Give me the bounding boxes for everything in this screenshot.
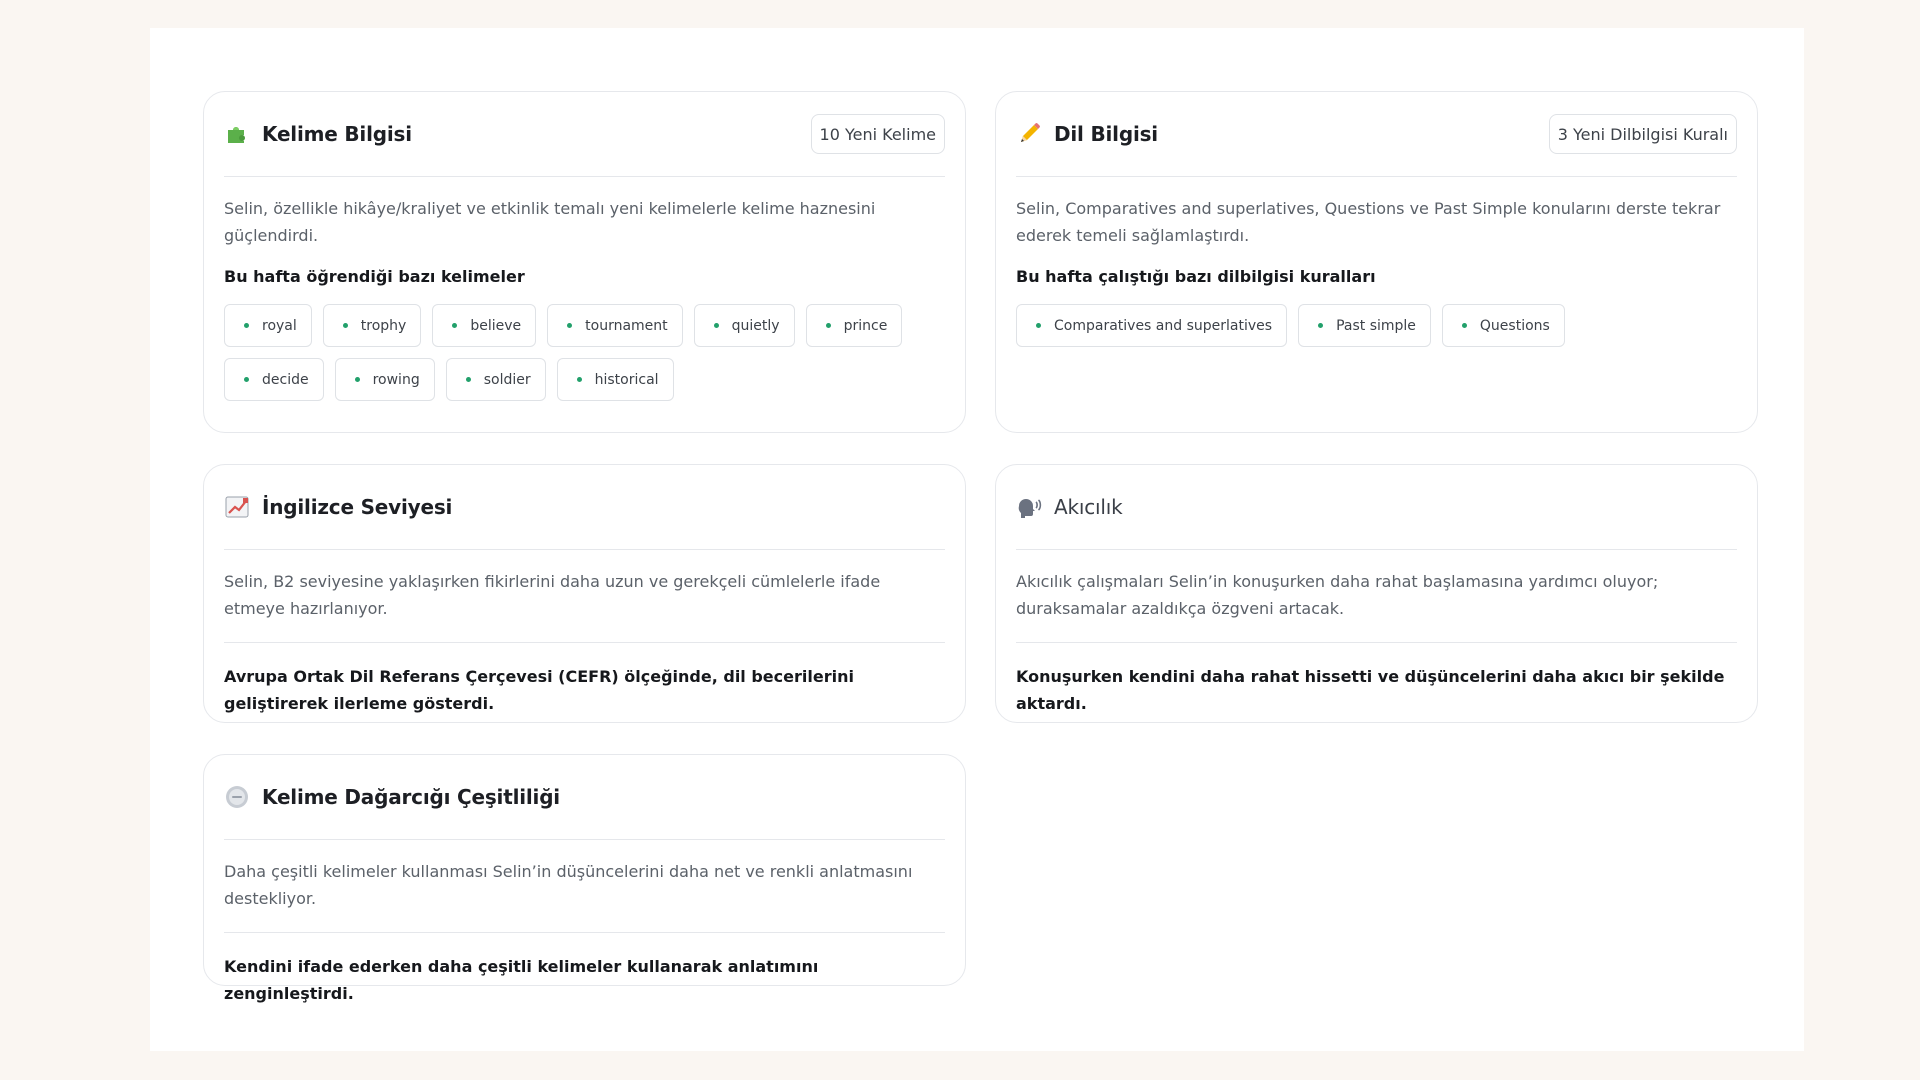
bullet-dot bbox=[825, 323, 831, 328]
vocabulary-variety-statement: Kendini ifade ederken daha çeşitli kelim… bbox=[224, 957, 819, 1003]
vocabulary-card: Kelime Bilgisi 10 Yeni Kelime Selin, öze… bbox=[203, 91, 966, 433]
vocabulary-variety-description: Daha çeşitli kelimeler kullanması Selin’… bbox=[224, 862, 913, 908]
word-chip: rowing bbox=[334, 358, 435, 401]
word-chip: believe bbox=[432, 304, 537, 347]
vocabulary-variety-title: Kelime Dağarcığı Çeşitliliği bbox=[262, 785, 560, 809]
fluency-card-header: Akıcılık bbox=[1016, 465, 1737, 550]
new-rules-badge: 3 Yeni Dilbilgisi Kuralı bbox=[1548, 114, 1737, 154]
grammar-card: Dil Bilgisi 3 Yeni Dilbilgisi Kuralı Sel… bbox=[995, 91, 1758, 433]
word-chip: trophy bbox=[322, 304, 422, 347]
fluency-statement: Konuşurken kendini daha rahat hissetti v… bbox=[1016, 667, 1725, 713]
vocabulary-subheading: Bu hafta öğrendiği bazı kelimeler bbox=[224, 267, 525, 286]
circle-badge-icon bbox=[224, 784, 250, 810]
word-chip: soldier bbox=[445, 358, 546, 401]
bullet-dot bbox=[244, 377, 249, 382]
vocabulary-variety-card: Kelime Dağarcığı Çeşitliliği Daha çeşitl… bbox=[203, 754, 966, 1003]
rule-chip: Comparatives and superlatives bbox=[1016, 304, 1288, 347]
bullet-dot bbox=[465, 377, 471, 382]
new-words-badge: 10 Yeni Kelime bbox=[810, 114, 945, 154]
english-level-title: İngilizce Seviyesi bbox=[262, 495, 453, 519]
grammar-description: Selin, Comparatives and superlatives, Qu… bbox=[1016, 199, 1721, 245]
word-chip: decide bbox=[224, 358, 324, 401]
divider bbox=[224, 932, 945, 933]
word-chip: historical bbox=[556, 358, 674, 401]
bullet-dot bbox=[713, 323, 719, 328]
speaking-head-icon bbox=[1016, 494, 1042, 520]
vocabulary-card-header: Kelime Bilgisi 10 Yeni Kelime bbox=[224, 92, 945, 177]
grammar-card-header: Dil Bilgisi 3 Yeni Dilbilgisi Kuralı bbox=[1016, 92, 1737, 177]
english-level-card: İngilizce Seviyesi Selin, B2 seviyesine … bbox=[203, 464, 966, 723]
chart-increasing-icon bbox=[224, 494, 250, 520]
pencil-icon bbox=[1016, 121, 1042, 147]
word-chip: prince bbox=[805, 304, 903, 347]
bullet-dot bbox=[354, 377, 360, 382]
report-sheet: Kelime Bilgisi 10 Yeni Kelime Selin, öze… bbox=[150, 28, 1804, 1051]
bullet-dot bbox=[1036, 323, 1041, 328]
vocabulary-variety-card-header: Kelime Dağarcığı Çeşitliliği bbox=[224, 755, 945, 840]
bullet-dot bbox=[1461, 323, 1467, 328]
word-chip-list: royal trophy believe tournament quietly … bbox=[224, 304, 945, 401]
divider bbox=[1016, 642, 1737, 643]
rule-chip: Past simple bbox=[1298, 304, 1431, 347]
grammar-title: Dil Bilgisi bbox=[1054, 122, 1158, 146]
fluency-description: Akıcılık çalışmaları Selin’in konuşurken… bbox=[1016, 572, 1659, 618]
grammar-subheading: Bu hafta çalıştığı bazı dilbilgisi kural… bbox=[1016, 267, 1376, 286]
fluency-title: Akıcılık bbox=[1054, 495, 1123, 519]
rule-chip-list: Comparatives and superlatives Past simpl… bbox=[1016, 304, 1737, 347]
bullet-dot bbox=[342, 323, 348, 328]
bullet-dot bbox=[567, 323, 573, 328]
vocabulary-description: Selin, özellikle hikâye/kraliyet ve etki… bbox=[224, 199, 876, 245]
word-chip: tournament bbox=[547, 304, 683, 347]
english-level-statement: Avrupa Ortak Dil Referans Çerçevesi (CEF… bbox=[224, 667, 854, 713]
divider bbox=[224, 642, 945, 643]
word-chip: royal bbox=[224, 304, 312, 347]
english-level-description: Selin, B2 seviyesine yaklaşırken fikirle… bbox=[224, 572, 881, 618]
puzzle-icon bbox=[224, 121, 250, 147]
word-chip: quietly bbox=[693, 304, 795, 347]
bullet-dot bbox=[1318, 323, 1324, 328]
fluency-card: Akıcılık Akıcılık çalışmaları Selin’in k… bbox=[995, 464, 1758, 723]
english-level-card-header: İngilizce Seviyesi bbox=[224, 465, 945, 550]
bullet-dot bbox=[244, 323, 249, 328]
bullet-dot bbox=[576, 377, 582, 382]
bullet-dot bbox=[452, 323, 458, 328]
rule-chip: Questions bbox=[1441, 304, 1565, 347]
vocabulary-title: Kelime Bilgisi bbox=[262, 122, 412, 146]
